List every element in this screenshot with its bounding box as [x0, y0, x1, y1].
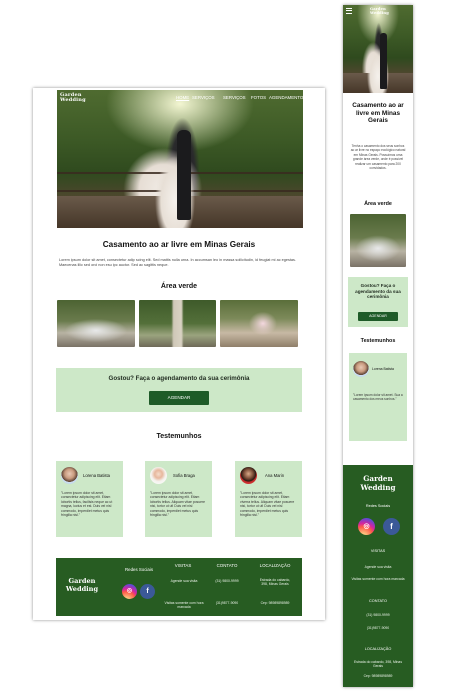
- cta-title: Gostou? Faça o agendamento da sua cerimô…: [108, 375, 250, 382]
- desktop-page-mockup: Garden Wedding HOME SERVIÇOS SERVIÇOS FO…: [33, 88, 325, 620]
- schedule-button[interactable]: AGENDAR: [149, 391, 209, 405]
- mobile-footer: Garden Wedding Redes Sociais ◎ f VISITAS…: [343, 465, 413, 687]
- mobile-gallery-photo[interactable]: [350, 214, 406, 267]
- mobile-footer-contact-title: CONTATO: [369, 599, 387, 603]
- footer-cep: Cep: 98989898989: [260, 601, 290, 605]
- gallery-photo-3[interactable]: [220, 300, 298, 347]
- hero-banner-image: Garden Wedding HOME SERVIÇOS SERVIÇOS FO…: [57, 90, 303, 228]
- mobile-facebook-icon[interactable]: f: [383, 518, 400, 535]
- mobile-hero-image: Garden Wedding: [343, 5, 413, 93]
- mobile-schedule-button[interactable]: AGENDAR: [358, 312, 398, 321]
- footer-visits-line2: Visitas somente com hora marcada: [164, 601, 204, 610]
- testimonial-name: Ana Marin: [265, 473, 285, 478]
- gallery-photo-2[interactable]: [139, 300, 216, 347]
- mobile-testimonial-name: Lorena Batista: [372, 367, 394, 371]
- groom-figure: [177, 130, 191, 220]
- mobile-testimonial-card: Lorena Batista "Lorem ipsum dolor sit am…: [349, 353, 407, 441]
- mobile-footer-visits-title: VISITAS: [370, 549, 386, 553]
- testimonial-name: Lorena Batista: [83, 473, 111, 478]
- mobile-page-mockup: Garden Wedding Casamento ao ar livre em …: [343, 5, 413, 687]
- footer-location-title: LOCALIZAÇÃO: [259, 563, 291, 568]
- mobile-footer-visits-line1[interactable]: Agende sua visita: [343, 565, 413, 569]
- mobile-footer-phone-1[interactable]: (31) 9800-9999: [343, 613, 413, 617]
- testimonials-title: Testemunhos: [156, 433, 202, 440]
- mobile-footer-logo: Garden Wedding: [360, 474, 396, 492]
- nav-logo[interactable]: Garden Wedding: [60, 93, 86, 103]
- mobile-hero-title: Casamento ao ar livre em Minas Gerais: [352, 102, 404, 125]
- mobile-footer-visits-line2: Visitas somente com hora marcada: [351, 577, 405, 581]
- footer-address: Estrada do cabardo, 398, Minas Gerais: [259, 578, 291, 587]
- mobile-instagram-icon[interactable]: ◎: [358, 518, 375, 535]
- testimonial-name: Sofia Braga: [173, 473, 195, 478]
- mobile-footer-cep: Cep: 98989898989: [363, 674, 393, 678]
- testimonial-card-1: Lorena Batista "Lorem ipsum dolor sit am…: [56, 461, 123, 537]
- nav-fotos[interactable]: FOTOS: [251, 95, 266, 100]
- gallery-photo-1[interactable]: [57, 300, 135, 347]
- instagram-icon[interactable]: ◎: [122, 584, 137, 599]
- green-area-title: Área verde: [160, 283, 198, 290]
- nav-servicos[interactable]: SERVIÇOS: [192, 95, 215, 100]
- mobile-testimonial-quote: "Lorem ipsum dolor sit amet. Sua a casam…: [353, 393, 403, 402]
- testimonial-card-2: Sofia Braga "Lorem ipsum dolor sit amet,…: [145, 461, 212, 537]
- footer-contact-title: CONTATO: [216, 563, 238, 568]
- avatar-ana: [240, 467, 257, 484]
- footer-phone-2[interactable]: (31)9877-9090: [208, 601, 246, 605]
- footer-logo: Garden Wedding: [65, 577, 99, 593]
- footer-social-title: Redes Sociais: [124, 567, 154, 572]
- testimonial-card-3: Ana Marin "Lorem ipsum dolor sit amet, c…: [235, 461, 302, 537]
- testimonial-quote: "Lorem ipsum dolor sit amet, consectetur…: [240, 491, 295, 518]
- footer-phone-1[interactable]: (31) 9800-9999: [208, 579, 246, 583]
- mobile-green-area-title: Área verde: [364, 201, 392, 207]
- hero-paragraph: Lorem ipsum dolor sit amet, consectetur …: [59, 258, 296, 267]
- testimonial-quote: "Lorem ipsum dolor sit amet, consectetur…: [150, 491, 206, 518]
- footer-visits-title: VISITAS: [174, 563, 192, 568]
- hamburger-menu-icon[interactable]: [346, 8, 352, 15]
- cta-section: Gostou? Faça o agendamento da sua cerimô…: [56, 368, 302, 412]
- nav-servicos-2[interactable]: SERVIÇOS: [223, 95, 246, 100]
- mobile-testimonials-title: Testemunhos: [360, 338, 396, 344]
- site-footer: Garden Wedding Redes Sociais ◎ f VISITAS…: [56, 558, 302, 616]
- mobile-footer-location-title: LOCALIZAÇÃO: [364, 647, 392, 651]
- mobile-nav-logo[interactable]: Garden Wedding: [370, 7, 389, 16]
- facebook-icon[interactable]: f: [140, 584, 155, 599]
- mobile-avatar-lorena: [353, 361, 369, 377]
- avatar-lorena: [61, 467, 78, 484]
- mobile-footer-social-title: Redes Sociais: [365, 504, 391, 508]
- mobile-cta-title: Gostou? Faça o agendamento da sua cerimô…: [355, 283, 401, 300]
- hero-title: Casamento ao ar livre em Minas Gerais: [102, 240, 256, 249]
- mobile-footer-address: Estrada do cabardo, 398, Minas Gerais: [353, 660, 403, 669]
- nav-agendamento[interactable]: AGENDAMENTO: [269, 95, 303, 100]
- testimonial-quote: "Lorem ipsum dolor sit amet, consectetur…: [61, 491, 113, 518]
- avatar-sofia: [150, 467, 167, 484]
- mobile-footer-phone-2[interactable]: (31)9877-9090: [343, 626, 413, 630]
- nav-home[interactable]: HOME: [176, 95, 189, 100]
- footer-visits-line1[interactable]: Agende sua visita: [162, 579, 206, 583]
- mobile-cta-section: Gostou? Faça o agendamento da sua cerimô…: [348, 277, 408, 327]
- mobile-hero-paragraph: Tenha o casamento dos seus sonhos ao ar …: [350, 144, 406, 171]
